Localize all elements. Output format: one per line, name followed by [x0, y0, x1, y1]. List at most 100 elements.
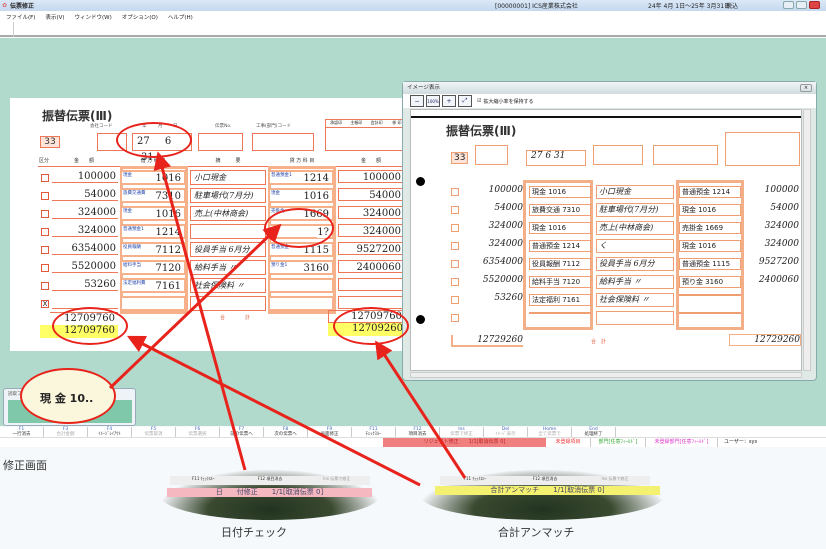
fkey-label: 伝票選択: [188, 432, 207, 437]
fkey-f4[interactable]: F4 ｲﾒｰｼﾞﾚｲｱｳﾄ: [88, 427, 132, 437]
horizontal-scrollbar[interactable]: [410, 372, 802, 378]
debit-amount-field[interactable]: 54000: [52, 188, 118, 201]
debit-account-name: 法定福利費: [123, 281, 146, 286]
debit-account-field[interactable]: [120, 296, 186, 311]
close-button[interactable]: [809, 1, 820, 9]
debit-amount-field[interactable]: 53260: [52, 278, 118, 291]
summary-field[interactable]: [190, 296, 266, 311]
menu-file[interactable]: ファイル(F): [6, 13, 35, 21]
fkey-f12[interactable]: F12 項目消去: [396, 427, 440, 437]
scan-summary: く: [596, 239, 674, 253]
scan-credit-amount: 9527200: [758, 257, 799, 267]
debit-amount-field[interactable]: 100000: [52, 170, 118, 183]
kubun-checkbox[interactable]: [41, 174, 49, 182]
debit-account-field[interactable]: 現金 1016: [120, 206, 186, 221]
summary-field[interactable]: 給料手当 〃: [190, 260, 266, 275]
fkey-end[interactable]: End 処理終了: [572, 427, 616, 437]
scan-debit-account: 現金 1016: [529, 186, 591, 198]
summary-field[interactable]: [190, 224, 266, 239]
credit-account-field[interactable]: 普通預金1 1214: [268, 170, 334, 185]
debit-account-field[interactable]: 旅費交通費 7310: [120, 188, 186, 203]
fkey-ins[interactable]: Ins 伝票で修正: [440, 427, 484, 437]
credit-amount-field[interactable]: 324000: [338, 224, 404, 237]
vertical-scrollbar[interactable]: [803, 109, 811, 371]
title-bar: ✿ 伝票修正 [00000001] ICS産業株式会社 24年 4月 1日～25…: [0, 0, 826, 11]
debit-amount-field[interactable]: 5520000: [52, 260, 118, 273]
kubun-checkbox[interactable]: [41, 264, 49, 272]
scan-kubun-box: [451, 224, 459, 232]
debit-account-field[interactable]: 給料手当 7120: [120, 260, 186, 275]
fkey-home[interactable]: Home 全て伝票で: [528, 427, 572, 437]
punch-hole-icon: [416, 315, 425, 324]
credit-account-code: 1016: [303, 191, 329, 202]
maximize-button[interactable]: [796, 1, 807, 9]
debit-amount-field[interactable]: 324000: [52, 224, 118, 237]
image-viewer-close-button[interactable]: ×: [800, 84, 812, 92]
summary-field[interactable]: 社会保険料 〃: [190, 278, 266, 293]
debit-amount-field[interactable]: 324000: [52, 206, 118, 219]
credit-account-field[interactable]: [268, 296, 334, 311]
scan-debit-account: 現金 1016: [529, 222, 591, 234]
slip-no-field[interactable]: [198, 133, 243, 151]
credit-amount-field[interactable]: 9527200: [338, 242, 404, 255]
fkey-f9[interactable]: F9 画面修正: [308, 427, 352, 437]
scan-kubun-box: [451, 278, 459, 286]
lens-key-ins: Ins 伝票で修正: [323, 476, 351, 481]
credit-amount-field[interactable]: 54000: [338, 188, 404, 201]
kubun-checkbox[interactable]: [41, 282, 49, 290]
scan-approval-stamps: [725, 132, 800, 166]
credit-amount-field[interactable]: 324000: [338, 206, 404, 219]
scan-slip-no: [593, 145, 643, 165]
kubun-checkbox[interactable]: [41, 210, 49, 218]
minimize-button[interactable]: [783, 1, 794, 9]
total-mismatch-keys: F11 ﾁｪｯｸｽﾙｰ F12 項目消去 Ins 伝票で修正: [440, 476, 650, 485]
menu-help[interactable]: ヘルプ(H): [168, 13, 193, 21]
scan-debit-account: 役員報酬 7112: [529, 258, 591, 270]
zoom-out-icon[interactable]: −: [410, 95, 424, 107]
kubun-checkbox[interactable]: X: [41, 300, 49, 308]
credit-account-field[interactable]: 預り金1 3160: [268, 260, 334, 275]
credit-amount-field[interactable]: 2400060: [338, 260, 404, 273]
company-code-field[interactable]: 33: [40, 136, 60, 148]
kubun-checkbox[interactable]: [41, 228, 49, 236]
summary-field[interactable]: 役員手当 6月分: [190, 242, 266, 257]
fkey-f1[interactable]: F1 一行消去: [0, 427, 44, 437]
dept-code-field[interactable]: [252, 133, 314, 151]
fit-screen-icon[interactable]: ⤢: [458, 95, 472, 107]
total-label: 合 計: [219, 315, 250, 321]
debit-account-field[interactable]: 普通預金1 1214: [120, 224, 186, 239]
kubun-checkbox[interactable]: [41, 192, 49, 200]
fkey-del[interactable]: Del ｲﾒｰｼﾞ表示: [484, 427, 528, 437]
fkey-f8[interactable]: F8 次の伝票へ: [264, 427, 308, 437]
fkey-f7[interactable]: F7 前の伝票へ: [220, 427, 264, 437]
zoom-100-button[interactable]: 100%: [426, 95, 440, 107]
credit-amount-field[interactable]: 100000: [338, 170, 404, 183]
scan-debit-account: [529, 312, 591, 314]
summary-field[interactable]: 売上(中林商会): [190, 206, 266, 221]
fkey-f11[interactable]: F11 ﾁｪｯｸｽﾙｰ: [352, 427, 396, 437]
fkey-f3[interactable]: F3 合計金額: [44, 427, 88, 437]
debit-account-field[interactable]: 現金 1016: [120, 170, 186, 185]
punch-hole-icon: [416, 177, 425, 186]
scan-summary: [596, 311, 674, 325]
summary-field[interactable]: 小口現金: [190, 170, 266, 185]
debit-account-field[interactable]: 法定福利費 7161: [120, 278, 186, 293]
scan-debit-amount: 6354000: [482, 257, 523, 267]
credit-account-name: 現金: [271, 191, 280, 196]
credit-account-field[interactable]: [268, 278, 334, 293]
credit-account-field[interactable]: 現金 1016: [268, 188, 334, 203]
menu-options[interactable]: オプション(O): [122, 13, 158, 21]
kubun-checkbox[interactable]: [41, 246, 49, 254]
menu-window[interactable]: ウィンドウ(W): [75, 13, 112, 21]
function-key-bar: F1 一行消去 F3 合計金額 F4 ｲﾒｰｼﾞﾚｲｱｳﾄ F5 伝票取消 F6 伝票選択 F7 前の…: [0, 427, 826, 438]
debit-account-field[interactable]: 役員報酬 7112: [120, 242, 186, 257]
fkey-f6[interactable]: F6 伝票選択: [176, 427, 220, 437]
scanned-slip-image[interactable]: 振替伝票(Ⅲ) 33 27 6 31 100000 現金 1016 小口現金 普通預金…: [410, 109, 802, 371]
summary-field[interactable]: 駐車場代(7月分): [190, 188, 266, 203]
debit-amount-field[interactable]: 6354000: [52, 242, 118, 255]
keep-zoom-checkbox[interactable]: ☑: [477, 98, 481, 104]
credit-amount-field[interactable]: [338, 278, 404, 291]
menu-view[interactable]: 表示(V): [45, 13, 64, 21]
zoom-in-icon[interactable]: +: [442, 95, 456, 107]
fkey-f5[interactable]: F5 伝票取消: [132, 427, 176, 437]
